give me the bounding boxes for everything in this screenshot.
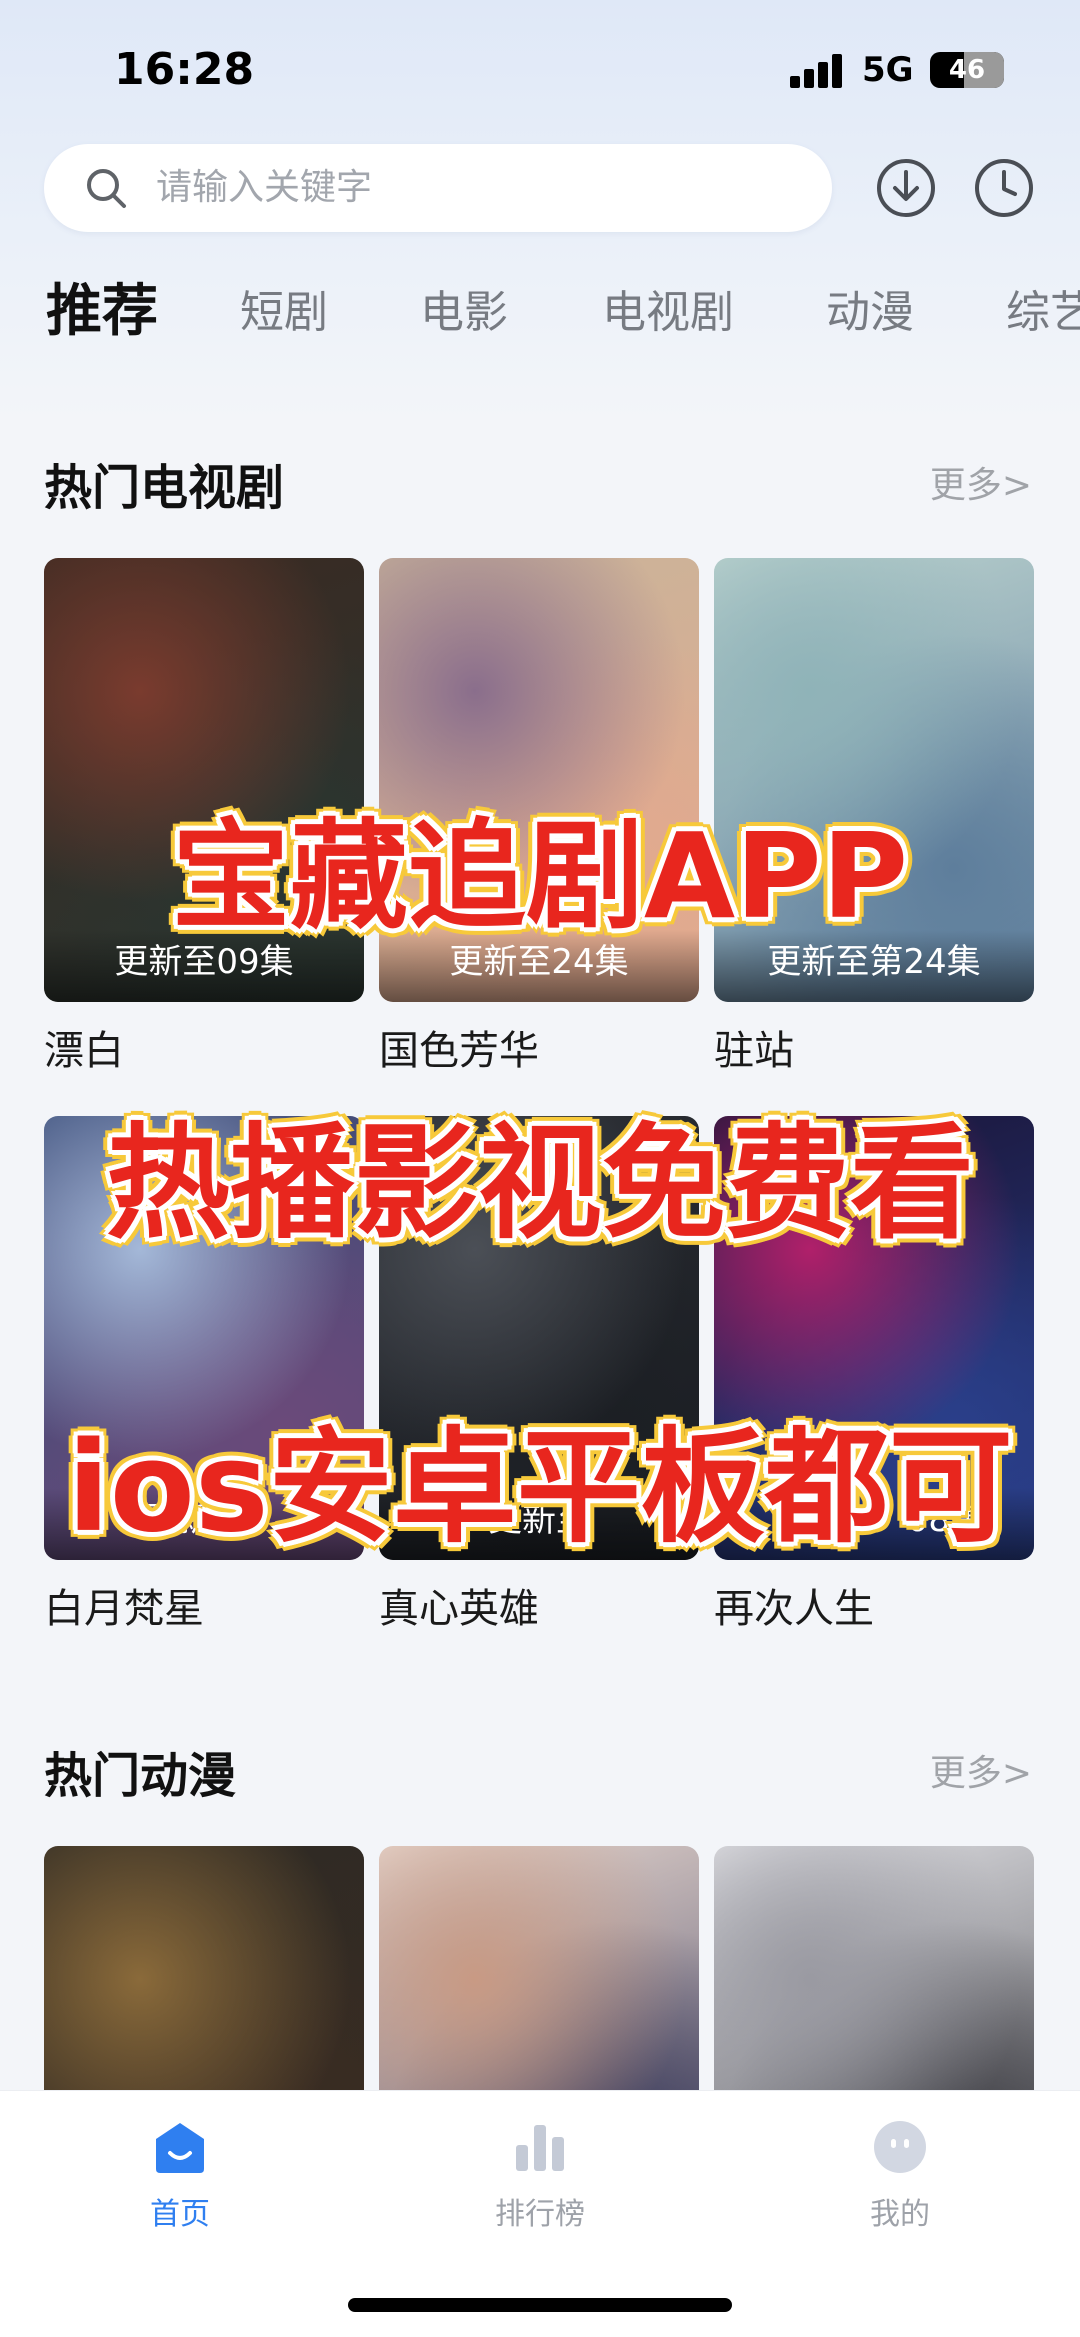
media-card[interactable]: 更新至24集 国色芳华 [379,558,699,1074]
update-badge: 08集 [714,1488,1034,1560]
update-badge: 更新至09集 [44,930,364,1002]
media-card[interactable]: 08集 再次人生 [714,1116,1034,1632]
status-time: 16:28 [114,44,255,95]
nav-label: 我的 [870,2197,930,2232]
card-title: 真心英雄 [379,1586,539,1632]
profile-icon [874,2121,926,2173]
battery-icon: 46 [930,52,1004,88]
history-clock-icon[interactable] [972,156,1036,220]
section-title-hot-anime: 热门动漫 [44,1748,237,1804]
nav-home[interactable]: 首页 [80,2119,280,2239]
network-type: 5G [862,50,914,90]
poster-image: 更新至第24集 [714,558,1034,1002]
card-title: 漂白 [44,1028,124,1074]
tab-movie[interactable]: 电影 [420,276,508,340]
section-title-hot-tv: 热门电视剧 [44,460,285,516]
card-title: 驻站 [714,1028,794,1074]
category-tabs: 推荐 短剧 电影 电视剧 动漫 综艺 [0,266,1080,346]
poster-image: 更新至09集 [44,558,364,1002]
media-card[interactable]: 更新至09集 漂白 [44,558,364,1074]
search-icon [87,169,126,208]
home-icon [156,2123,204,2173]
card-title: 国色芳华 [379,1028,539,1074]
battery-level: 46 [948,55,986,85]
ranking-icon [516,2125,564,2171]
poster-image: 更新至 [379,1116,699,1560]
nav-label: 排行榜 [495,2197,585,2232]
update-badge: 更新至24集 [379,930,699,1002]
search-placeholder: 请输入关键字 [156,167,373,208]
download-icon[interactable] [874,156,938,220]
status-bar: 16:28 5G 46 [0,0,1080,130]
media-card[interactable]: 更新至2 白月梵星 [44,1116,364,1632]
nav-ranking[interactable]: 排行榜 [440,2119,640,2239]
poster-image: 更新至24集 [379,558,699,1002]
update-badge: 更新至第24集 [714,930,1034,1002]
card-title: 再次人生 [714,1586,874,1632]
update-badge: 更新至2 [44,1488,364,1560]
tab-variety[interactable]: 综艺 [1006,276,1080,340]
tab-short-drama[interactable]: 短剧 [240,276,328,340]
more-link-hot-tv[interactable]: 更多> [930,456,1032,508]
tab-recommend[interactable]: 推荐 [46,266,158,346]
media-card[interactable]: 更新至第24集 驻站 [714,558,1034,1074]
more-link-hot-anime[interactable]: 更多> [930,1744,1032,1796]
media-card[interactable]: 更新至 真心英雄 [379,1116,699,1632]
tab-anime[interactable]: 动漫 [826,276,914,340]
nav-label: 首页 [150,2197,210,2232]
card-title: 白月梵星 [44,1586,204,1632]
poster-image: 更新至2 [44,1116,364,1560]
home-indicator [348,2298,732,2312]
update-badge: 更新至 [379,1488,699,1560]
poster-image: 08集 [714,1116,1034,1560]
tab-tv-series[interactable]: 电视剧 [602,276,734,340]
search-input[interactable]: 请输入关键字 [44,144,832,232]
cellular-signal-icon [790,54,844,88]
nav-profile[interactable]: 我的 [800,2119,1000,2239]
